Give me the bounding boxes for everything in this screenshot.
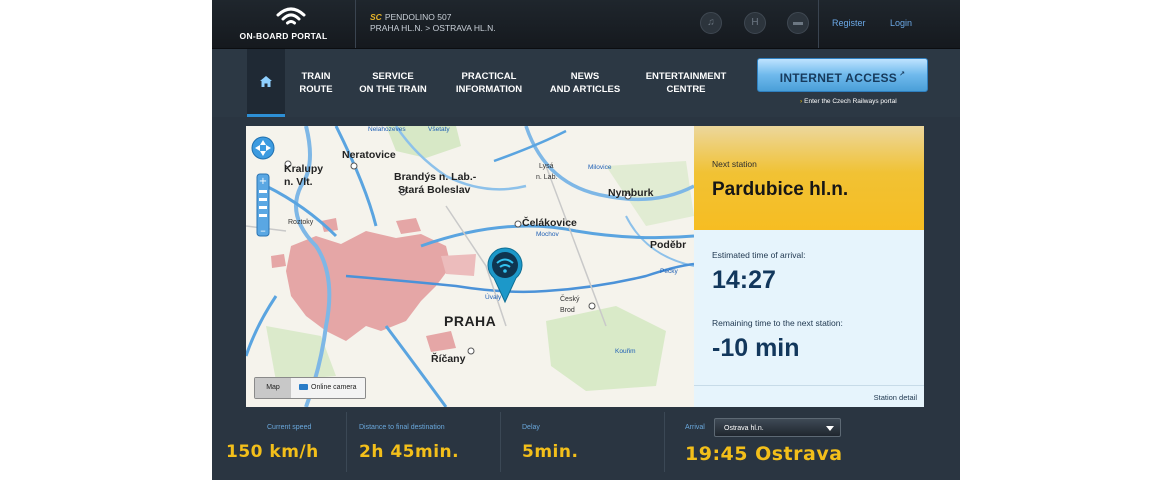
wifi-icon <box>276 7 306 25</box>
route-map[interactable]: + – Neratovice Kralupy n. Vlt. Brandýs n… <box>246 126 694 407</box>
divider <box>346 412 347 472</box>
login-link[interactable]: Login <box>890 18 912 28</box>
czech-railways-label: Enter the Czech Railways portal <box>804 98 897 105</box>
map-label: Nelahozeves <box>368 126 406 133</box>
distance-value: 2h 45min. <box>359 442 460 462</box>
map-label: Stará Boleslav <box>398 184 471 196</box>
train-info: SC PENDOLINO 507 PRAHA HL.N. > OSTRAVA HL… <box>370 12 496 34</box>
nav-label: CENTRE <box>666 84 706 95</box>
svg-text:–: – <box>260 224 266 237</box>
nav-entertainment[interactable]: ENTERTAINMENT CENTRE <box>638 49 734 117</box>
map-label-praha: PRAHA <box>444 313 497 329</box>
nav-practical-information[interactable]: PRACTICAL INFORMATION <box>446 49 532 117</box>
home-icon <box>260 76 272 87</box>
next-station-name: Pardubice hl.n. <box>712 179 849 200</box>
divider <box>694 385 924 386</box>
nav-label: PRACTICAL <box>461 71 517 82</box>
divider <box>500 412 501 472</box>
speed-value: 150 km/h <box>226 442 319 462</box>
top-bar: ON-BOARD PORTAL SC PENDOLINO 507 PRAHA HL… <box>212 0 960 49</box>
map-label: Říčany <box>431 353 466 365</box>
arrival-label: Arrival <box>685 424 705 431</box>
map-label: Roztoky <box>288 219 314 226</box>
delay-label: Delay <box>522 424 540 431</box>
map-label: Brandýs n. Lab.- <box>394 171 477 183</box>
nav-home[interactable] <box>247 49 285 117</box>
internet-access-label: INTERNET ACCESS <box>779 71 898 85</box>
internet-access-button[interactable]: INTERNET ACCESS ↗ <box>757 58 928 92</box>
remaining-value: -10 min <box>712 334 800 362</box>
nav-label: TRAIN <box>301 71 331 82</box>
nav-train-route[interactable]: TRAIN ROUTE <box>292 49 340 117</box>
chevron-down-icon <box>826 426 834 431</box>
nav-label: ON THE TRAIN <box>359 84 427 95</box>
map-label: Mochov <box>536 231 559 238</box>
map-label: Lysá <box>539 163 554 170</box>
online-camera-label: Online camera <box>311 384 357 391</box>
map-label: Poděbr <box>650 239 687 251</box>
eta-label: Estimated time of arrival: <box>712 250 806 260</box>
main-nav: TRAIN ROUTE SERVICE ON THE TRAIN PRACTICAL… <box>212 49 960 117</box>
nav-label: ENTERTAINMENT <box>645 71 727 82</box>
divider <box>664 412 665 472</box>
station-detail-link[interactable]: Station detail <box>874 393 917 402</box>
svg-text:+: + <box>259 176 267 187</box>
nav-service[interactable]: SERVICE ON THE TRAIN <box>352 49 434 117</box>
map-label: Český <box>560 296 580 303</box>
register-link[interactable]: Register <box>832 18 866 28</box>
online-camera-button[interactable]: Online camera <box>291 378 365 398</box>
map-label: Kouřim <box>615 348 636 355</box>
map-label: Kralupy <box>284 163 324 175</box>
distance-label: Distance to final destination <box>359 424 445 431</box>
book-icon[interactable]: ▬ <box>787 12 809 34</box>
map-label: Pečky <box>660 268 678 275</box>
nav-label: ROUTE <box>299 84 333 95</box>
next-station-label: Next station <box>712 159 757 169</box>
map-label: Všetaty <box>428 126 450 133</box>
portal-app: ON-BOARD PORTAL SC PENDOLINO 507 PRAHA HL… <box>212 0 960 480</box>
nav-news[interactable]: NEWS AND ARTICLES <box>544 49 626 117</box>
main-panel: + – Neratovice Kralupy n. Vlt. Brandýs n… <box>246 126 924 407</box>
portal-logo[interactable]: ON-BOARD PORTAL <box>212 0 356 48</box>
divider <box>818 0 819 48</box>
train-name: PENDOLINO 507 <box>384 12 452 22</box>
map-view-switch: Map Online camera <box>254 377 366 399</box>
map-label: Úvaly <box>485 294 502 301</box>
eta-value: 14:27 <box>712 266 776 294</box>
map-label: n. Vlt. <box>284 176 313 188</box>
nav-label: INFORMATION <box>455 84 523 95</box>
train-brand-logo: SC <box>370 12 382 22</box>
next-station-box: Next station Pardubice hl.n. <box>694 126 924 230</box>
arrival-station-select[interactable]: Ostrava hl.n. <box>714 418 841 437</box>
camera-icon <box>299 384 308 390</box>
arrival-value: 19:45 Ostrava <box>685 443 843 465</box>
map-label: Brod <box>560 307 575 314</box>
speed-label: Current speed <box>267 424 312 431</box>
portal-label: ON-BOARD PORTAL <box>239 31 328 41</box>
train-route: PRAHA HL.N. > OSTRAVA HL.N. <box>370 23 496 33</box>
remaining-label: Remaining time to the next station: <box>712 318 843 328</box>
nav-label: AND ARTICLES <box>549 84 621 95</box>
arrival-select-value: Ostrava hl.n. <box>724 425 764 432</box>
map-label: Čelákovice <box>522 217 577 229</box>
map-label: n. Lab. <box>536 174 558 181</box>
arrow-right-icon: › <box>800 98 803 105</box>
hotel-icon[interactable]: H <box>744 12 766 34</box>
map-label: Milovice <box>588 164 612 171</box>
delay-value: 5min. <box>522 442 579 462</box>
music-icon[interactable]: ♫ <box>700 12 722 34</box>
arrival-info-box: Estimated time of arrival: 14:27 Remaini… <box>694 230 924 407</box>
map-view-button[interactable]: Map <box>255 378 291 398</box>
map-label: Neratovice <box>342 149 396 161</box>
station-panel: Next station Pardubice hl.n. Estimated t… <box>694 126 924 407</box>
nav-label: NEWS <box>570 71 600 82</box>
czech-railways-link[interactable]: › Enter the Czech Railways portal <box>800 98 897 105</box>
map-label: Nymburk <box>608 187 654 199</box>
nav-label: SERVICE <box>372 71 414 82</box>
external-link-icon: ↗ <box>899 71 906 78</box>
